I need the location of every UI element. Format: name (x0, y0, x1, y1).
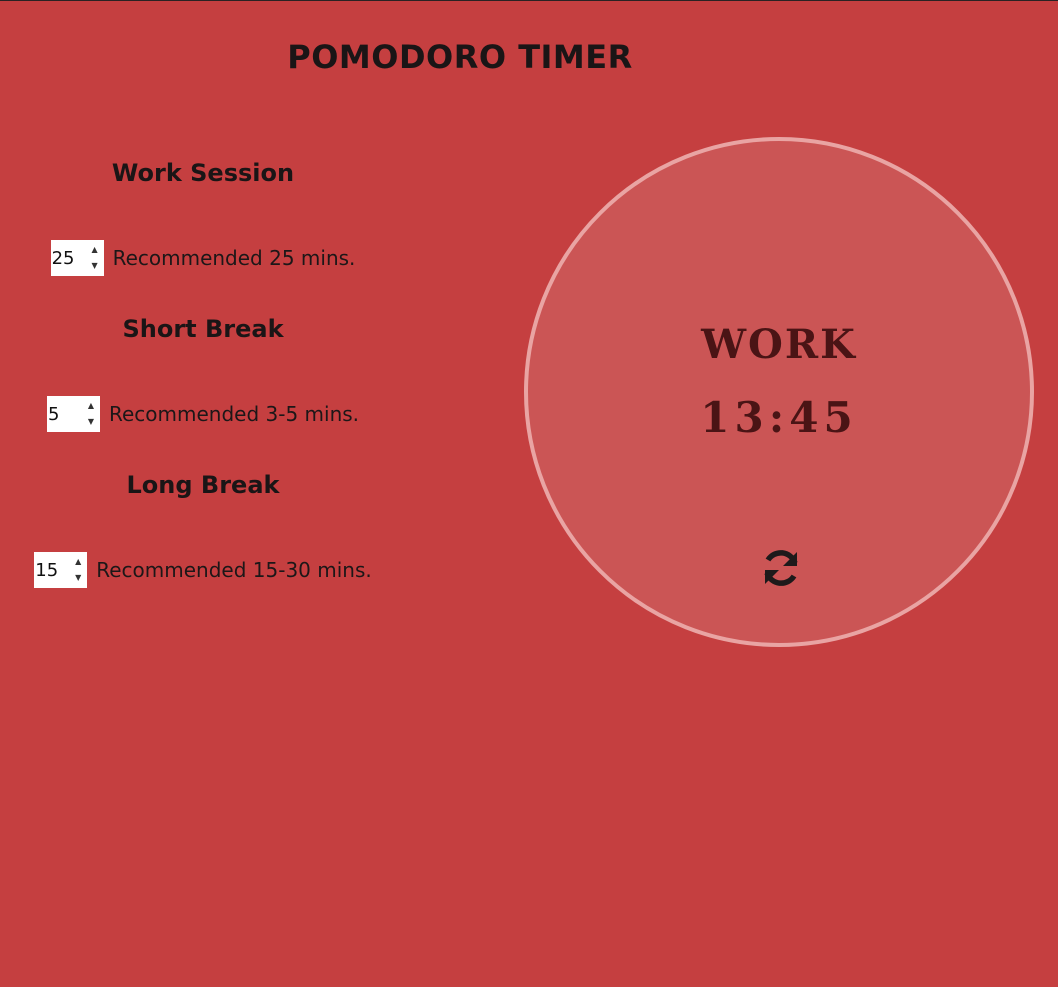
increment-arrow-icon[interactable]: ▲ (92, 245, 98, 255)
short-break-recommendation: Recommended 3-5 mins. (108, 402, 360, 426)
short-break-row: ▲ ▼ Recommended 3-5 mins. (0, 395, 406, 433)
reset-button[interactable] (758, 545, 804, 591)
timer-mode-label: WORK (701, 321, 857, 368)
short-break-spinner[interactable]: ▲ ▼ (85, 401, 97, 427)
long-break-input[interactable] (34, 553, 72, 587)
timer-circle: WORK 13:45 (524, 137, 1034, 647)
decrement-arrow-icon[interactable]: ▼ (75, 573, 81, 583)
work-session-row: ▲ ▼ Recommended 25 mins. (0, 239, 406, 277)
short-break-input[interactable] (46, 397, 84, 431)
short-break-heading: Short Break (122, 315, 284, 343)
work-session-recommendation: Recommended 25 mins. (112, 246, 356, 270)
work-session-input[interactable] (50, 241, 88, 275)
short-break-stepper[interactable]: ▲ ▼ (46, 396, 100, 432)
refresh-icon (764, 550, 798, 586)
timer-countdown: 13:45 (700, 393, 858, 442)
work-session-spinner[interactable]: ▲ ▼ (89, 245, 101, 271)
long-break-spinner[interactable]: ▲ ▼ (72, 557, 84, 583)
increment-arrow-icon[interactable]: ▲ (75, 557, 81, 567)
settings-panel: Work Session ▲ ▼ Recommended 25 mins. Sh… (0, 1, 410, 987)
increment-arrow-icon[interactable]: ▲ (88, 401, 94, 411)
work-session-heading: Work Session (111, 159, 295, 187)
long-break-stepper[interactable]: ▲ ▼ (34, 552, 88, 588)
long-break-recommendation: Recommended 15-30 mins. (96, 558, 372, 582)
decrement-arrow-icon[interactable]: ▼ (92, 261, 98, 271)
work-session-stepper[interactable]: ▲ ▼ (50, 240, 104, 276)
long-break-row: ▲ ▼ Recommended 15-30 mins. (0, 551, 406, 589)
decrement-arrow-icon[interactable]: ▼ (88, 417, 94, 427)
long-break-heading: Long Break (126, 471, 280, 499)
